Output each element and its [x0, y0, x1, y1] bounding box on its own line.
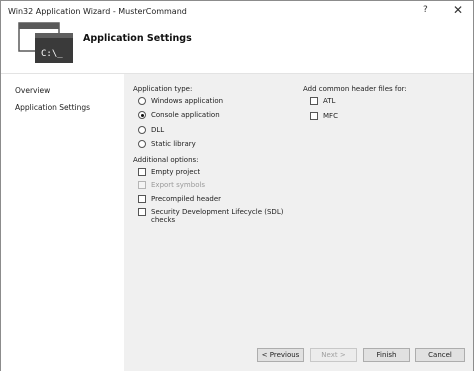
checkbox-precompiled-header[interactable]: Precompiled header: [138, 195, 221, 203]
radio-label: Static library: [151, 140, 196, 148]
application-type-label: Application type:: [133, 85, 193, 93]
console-window-icon: C:\_: [18, 22, 73, 63]
radio-console-application[interactable]: Console application: [138, 111, 220, 119]
checkbox-label-line-2: checks: [151, 216, 176, 224]
window-title: Win32 Application Wizard - MusterCommand: [8, 7, 187, 16]
checkbox-label: Empty project: [151, 168, 201, 176]
checkbox-label: Security Development Lifecycle (SDL) che…: [151, 208, 283, 224]
checkbox-indicator-disabled: [138, 181, 146, 189]
radio-indicator[interactable]: [138, 140, 146, 148]
checkbox-indicator[interactable]: [138, 195, 146, 203]
additional-options-label: Additional options:: [133, 156, 199, 164]
radio-label: Windows application: [151, 97, 224, 105]
checkbox-indicator[interactable]: [138, 168, 146, 176]
wizard-window: Win32 Application Wizard - MusterCommand…: [0, 0, 474, 371]
settings-panel: Application type: Windows application Co…: [124, 74, 473, 371]
close-button[interactable]: ✕: [453, 3, 463, 17]
radio-indicator[interactable]: [138, 126, 146, 134]
checkbox-sdl-checks[interactable]: Security Development Lifecycle (SDL) che…: [138, 208, 283, 224]
checkbox-atl[interactable]: ATL: [310, 97, 335, 105]
finish-button[interactable]: Finish: [363, 348, 410, 362]
checkbox-indicator[interactable]: [310, 97, 318, 105]
cancel-button[interactable]: Cancel: [415, 348, 465, 362]
checkbox-label: Export symbols: [151, 181, 206, 189]
checkbox-empty-project[interactable]: Empty project: [138, 168, 200, 176]
header-files-label: Add common header files for:: [303, 85, 407, 93]
radio-static-library[interactable]: Static library: [138, 140, 196, 148]
radio-label: Console application: [151, 111, 220, 119]
checkbox-label: MFC: [323, 112, 338, 120]
page-title: Application Settings: [83, 33, 192, 44]
radio-dll[interactable]: DLL: [138, 126, 164, 134]
checkbox-mfc[interactable]: MFC: [310, 112, 338, 120]
radio-windows-application[interactable]: Windows application: [138, 97, 223, 105]
nav-item-application-settings[interactable]: Application Settings: [15, 103, 90, 112]
radio-label: DLL: [151, 126, 165, 134]
radio-indicator-selected[interactable]: [138, 111, 146, 119]
next-button: Next >: [310, 348, 357, 362]
previous-button[interactable]: < Previous: [257, 348, 304, 362]
nav-item-overview[interactable]: Overview: [15, 86, 50, 95]
checkbox-label: ATL: [323, 97, 336, 105]
checkbox-label: Precompiled header: [151, 195, 222, 203]
checkbox-indicator[interactable]: [138, 208, 146, 216]
console-icon-text: C:\_: [41, 49, 63, 59]
checkbox-label-line-1: Security Development Lifecycle (SDL): [151, 208, 284, 216]
radio-indicator[interactable]: [138, 97, 146, 105]
title-bar: Win32 Application Wizard - MusterCommand…: [1, 1, 473, 23]
checkbox-indicator[interactable]: [310, 112, 318, 120]
help-button[interactable]: ?: [423, 5, 428, 15]
checkbox-export-symbols: Export symbols: [138, 181, 205, 189]
wizard-nav: Overview Application Settings: [1, 74, 124, 371]
